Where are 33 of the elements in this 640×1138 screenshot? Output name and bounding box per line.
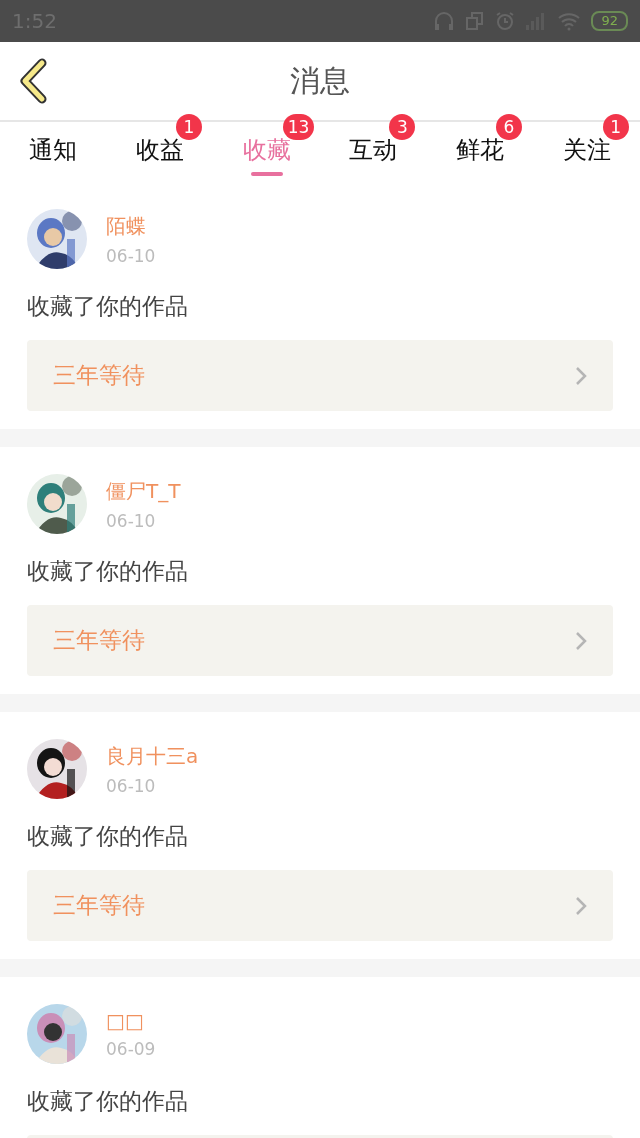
page-title: 消息 xyxy=(290,61,350,100)
count-badge: 3 xyxy=(389,114,416,140)
count-badge: 13 xyxy=(282,114,315,140)
message-date: 06-10 xyxy=(106,510,157,531)
chevron-right-icon xyxy=(575,365,587,386)
user-name[interactable]: 僵尸T_T xyxy=(106,477,181,505)
back-icon[interactable] xyxy=(18,58,48,104)
count-badge: 1 xyxy=(602,114,629,140)
work-link[interactable]: 三年等待 xyxy=(27,870,613,941)
count-badge: 6 xyxy=(496,114,522,140)
user-name[interactable]: 陌蝶 xyxy=(106,212,156,240)
message-date: 06-09 xyxy=(106,1039,156,1059)
alarm-icon xyxy=(495,11,516,31)
message-text: 收藏了你的作品 xyxy=(27,557,189,586)
user-name[interactable]: □□ xyxy=(106,1009,156,1033)
battery-level: 92 xyxy=(591,11,628,31)
message-date: 06-10 xyxy=(106,775,157,796)
work-title: 三年等待 xyxy=(53,626,145,655)
wifi-icon xyxy=(557,11,582,31)
work-title: 三年等待 xyxy=(53,361,145,390)
headphones-icon xyxy=(433,10,456,32)
user-name[interactable]: 良月十三a xyxy=(106,742,199,770)
tab[interactable]: 通知 xyxy=(29,134,78,178)
copy-icon xyxy=(465,11,486,31)
work-title: 三年等待 xyxy=(53,891,145,920)
message-text: 收藏了你的作品 xyxy=(27,822,189,851)
message-date: 06-10 xyxy=(106,245,156,266)
chevron-right-icon xyxy=(575,630,587,651)
message-text: 收藏了你的作品 xyxy=(27,292,189,321)
work-link[interactable]: 三年等待 xyxy=(27,340,613,411)
message-text: 收藏了你的作品 xyxy=(27,1087,189,1116)
work-link[interactable]: 三年等待 xyxy=(27,605,613,676)
chevron-right-icon xyxy=(575,895,587,916)
